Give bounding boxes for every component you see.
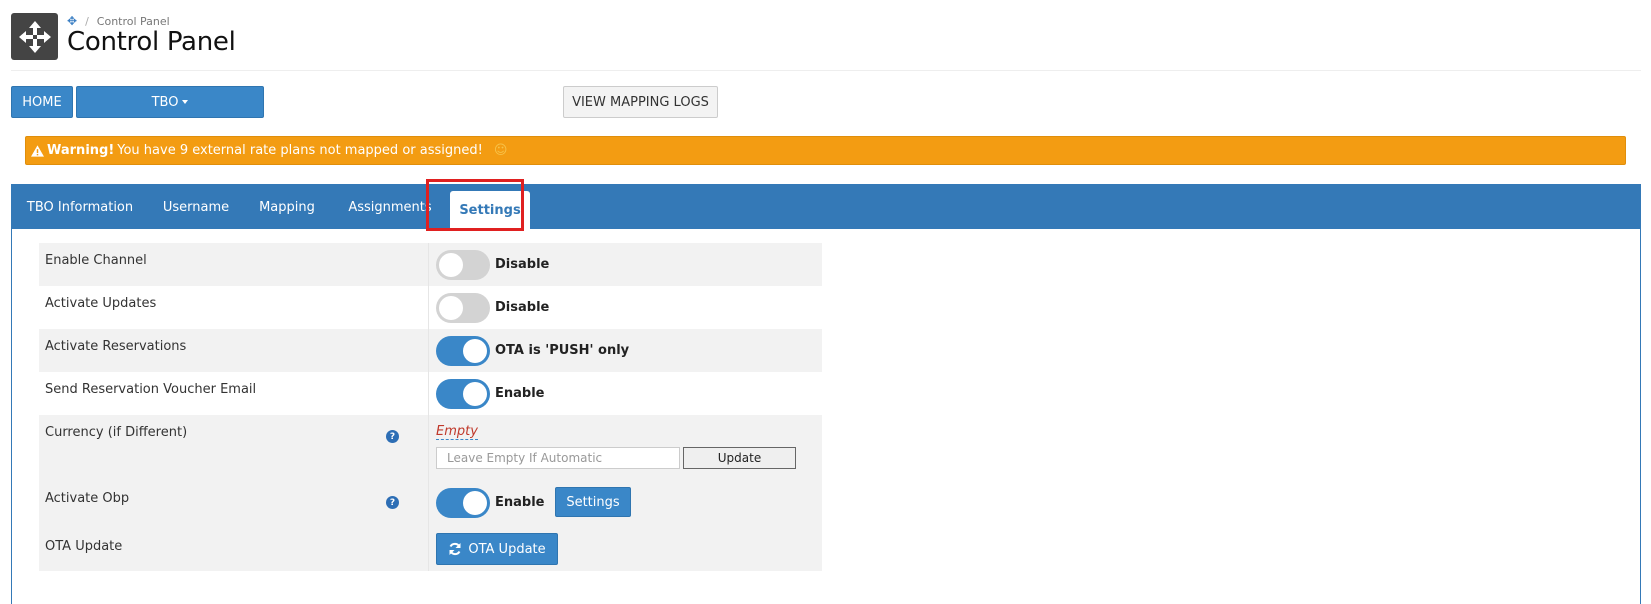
setting-row-send-voucher-email: Send Reservation Voucher Email Enable <box>39 372 822 415</box>
toggle-knob <box>439 253 463 277</box>
toggle-knob <box>463 491 487 515</box>
setting-value: Enable <box>429 372 822 415</box>
breadcrumb: ✥ / Control Panel <box>67 14 170 28</box>
setting-value: OTA Update <box>429 525 822 571</box>
ota-update-label: OTA Update <box>468 541 546 557</box>
refresh-icon <box>449 542 461 556</box>
obp-settings-button[interactable]: Settings <box>555 487 631 517</box>
update-button-label: Update <box>717 451 762 465</box>
toggle-state-text: Enable <box>495 495 545 510</box>
tab-label: Mapping <box>259 199 315 215</box>
setting-row-activate-updates: Activate Updates Disable <box>39 286 822 329</box>
ota-update-button[interactable]: OTA Update <box>436 533 558 565</box>
setting-value: Disable <box>429 243 822 286</box>
activate-updates-toggle[interactable] <box>436 293 490 323</box>
header-divider <box>11 70 1641 71</box>
toggle-knob <box>463 339 487 363</box>
logs-button-label: VIEW MAPPING LOGS <box>572 94 709 110</box>
activate-obp-toggle[interactable] <box>436 488 490 518</box>
setting-label: OTA Update <box>39 525 429 571</box>
setting-label: Activate Reservations <box>39 329 429 372</box>
setting-label-cell: Activate Obp ? <box>39 481 429 525</box>
question-circle-icon[interactable]: ? <box>386 496 399 509</box>
setting-label: Activate Updates <box>39 286 429 329</box>
caret-down-icon <box>182 100 189 104</box>
breadcrumb-current: Control Panel <box>96 14 170 28</box>
warning-message: You have 9 external rate plans not mappe… <box>117 143 483 158</box>
warning-strong: Warning! <box>47 143 115 158</box>
enable-channel-toggle[interactable] <box>436 250 490 280</box>
setting-value: Enable Settings <box>429 481 822 525</box>
currency-update-button[interactable]: Update <box>683 447 796 469</box>
activate-reservations-toggle[interactable] <box>436 336 490 366</box>
currency-input[interactable] <box>436 447 680 469</box>
toggle-knob <box>439 296 463 320</box>
home-button-label: HOME <box>22 94 62 110</box>
tbo-dropdown-button[interactable]: TBO <box>76 86 264 118</box>
tab-username[interactable]: Username <box>152 185 240 229</box>
setting-row-currency: Currency (if Different) ? Empty Update <box>39 415 822 481</box>
move-arrows-icon[interactable]: ✥ <box>67 14 77 28</box>
send-voucher-toggle[interactable] <box>436 379 490 409</box>
tab-label: TBO Information <box>26 199 134 215</box>
tab-bar: TBO Information Username Mapping Assignm… <box>12 185 1640 229</box>
setting-row-activate-obp: Activate Obp ? Enable Settings <box>39 481 822 525</box>
setting-row-enable-channel: Enable Channel Disable <box>39 243 822 286</box>
smile-icon: ☺ <box>493 143 508 158</box>
setting-value: Empty Update <box>429 415 822 481</box>
tbo-button-label: TBO <box>151 94 179 110</box>
app-logo <box>11 13 58 60</box>
tab-settings[interactable]: Settings <box>450 191 530 229</box>
setting-row-ota-update: OTA Update OTA Update <box>39 525 822 571</box>
setting-value: OTA is 'PUSH' only <box>429 329 822 372</box>
tab-assignments[interactable]: Assignments <box>336 185 444 229</box>
setting-label: Currency (if Different) <box>45 425 188 440</box>
warning-triangle-icon <box>31 144 44 157</box>
toggle-state-text: Disable <box>495 257 550 272</box>
move-arrows-icon <box>18 20 51 53</box>
toggle-state-text: Disable <box>495 300 550 315</box>
warning-alert: Warning! You have 9 external rate plans … <box>25 136 1626 165</box>
tab-tbo-information[interactable]: TBO Information <box>20 185 140 229</box>
tab-label: Assignments <box>348 199 432 215</box>
tab-mapping[interactable]: Mapping <box>252 185 322 229</box>
tab-label: Username <box>162 199 230 215</box>
tab-label: Settings <box>459 202 521 218</box>
page-title: Control Panel <box>67 27 236 57</box>
setting-label-cell: Currency (if Different) ? <box>39 415 429 481</box>
breadcrumb-separator: / <box>85 14 89 28</box>
currency-empty-link[interactable]: Empty <box>436 424 478 440</box>
setting-row-activate-reservations: Activate Reservations OTA is 'PUSH' only <box>39 329 822 372</box>
toggle-state-text: OTA is 'PUSH' only <box>495 343 630 358</box>
setting-label: Send Reservation Voucher Email <box>39 372 429 415</box>
setting-label: Activate Obp <box>45 491 130 506</box>
home-button[interactable]: HOME <box>11 86 73 118</box>
obp-settings-label: Settings <box>566 494 620 510</box>
view-mapping-logs-button[interactable]: VIEW MAPPING LOGS <box>563 86 718 118</box>
question-circle-icon[interactable]: ? <box>386 430 399 443</box>
setting-label: Enable Channel <box>39 243 429 286</box>
toggle-knob <box>463 382 487 406</box>
toggle-state-text: Enable <box>495 386 545 401</box>
setting-value: Disable <box>429 286 822 329</box>
